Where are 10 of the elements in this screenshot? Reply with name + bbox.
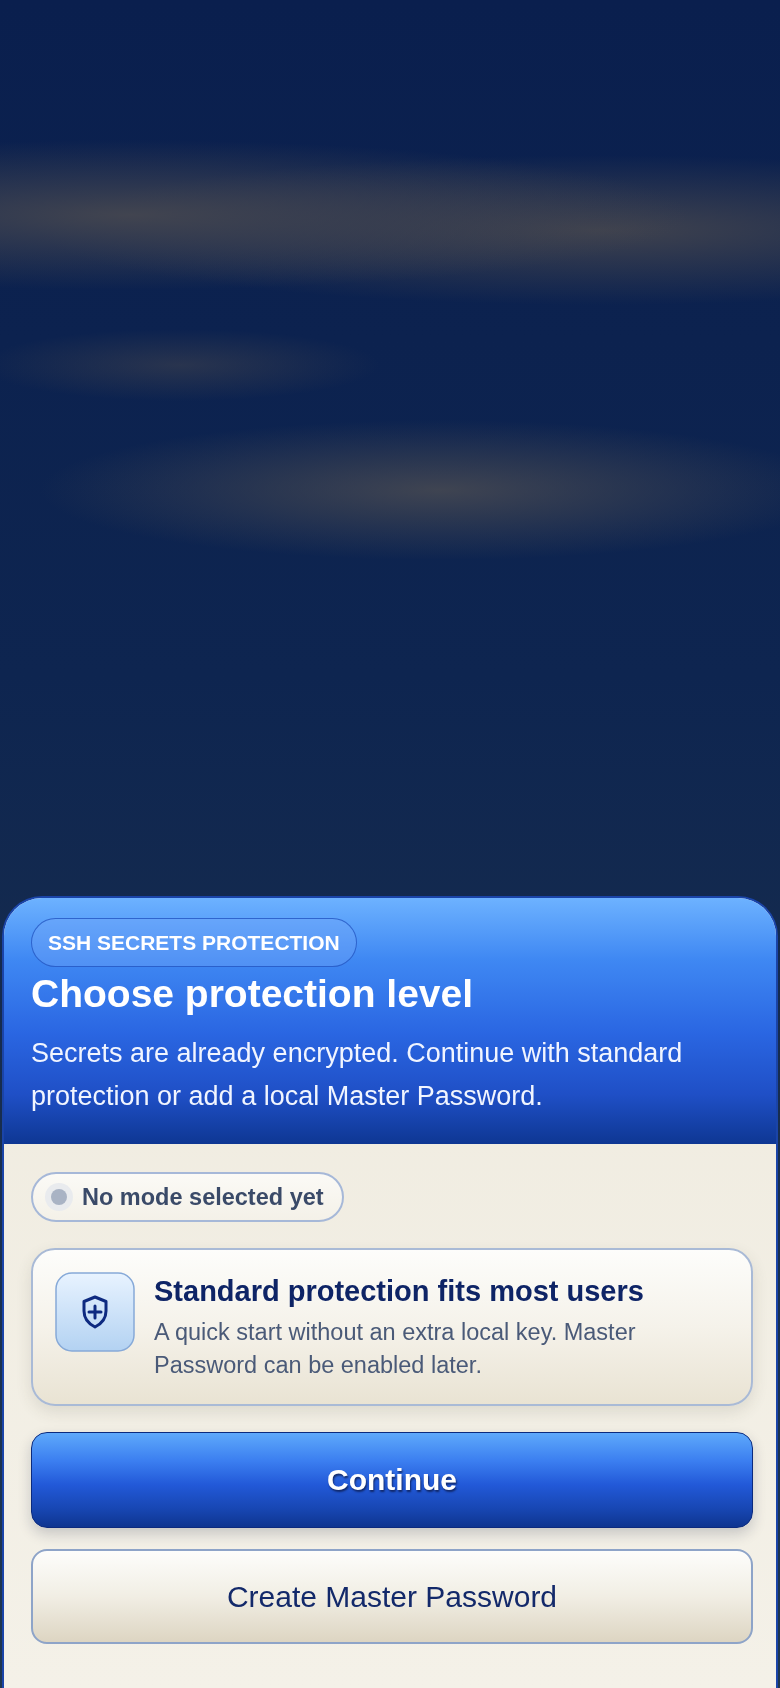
- section-badge: SSH SECRETS PROTECTION: [31, 918, 357, 967]
- shield-plus-icon: [55, 1272, 135, 1352]
- card-title: Standard protection fits most users: [154, 1274, 645, 1308]
- sheet-title: Choose protection level: [31, 971, 474, 1017]
- card-description: A quick start without an extra local key. Master Password can be enabled later.: [154, 1318, 637, 1380]
- sheet-description: Secrets are already encrypted. Continue with standard protection or add a local Master Password.: [31, 1037, 684, 1113]
- status-dot-icon: [45, 1183, 73, 1211]
- create-password-button[interactable]: Create Master Password: [31, 1549, 753, 1644]
- status-text: No mode selected yet: [82, 1183, 324, 1211]
- continue-button[interactable]: Continue: [31, 1432, 753, 1528]
